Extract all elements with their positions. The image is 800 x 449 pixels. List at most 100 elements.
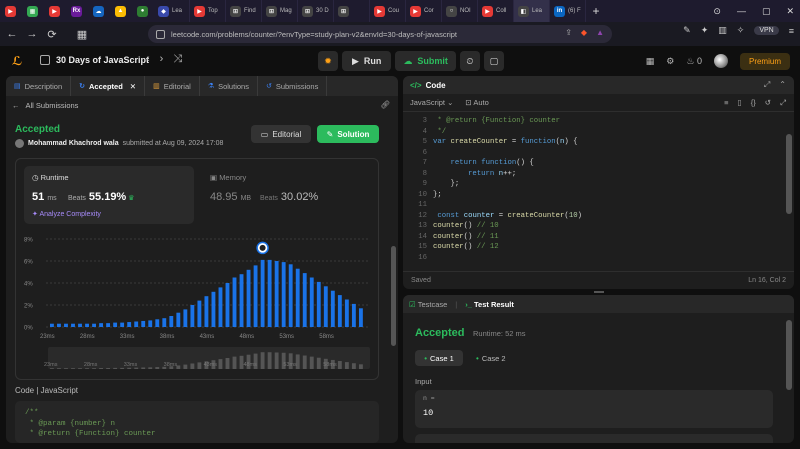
chart-bar[interactable] bbox=[162, 318, 167, 327]
notes-button[interactable]: ▢ bbox=[483, 51, 504, 71]
chart-bar[interactable] bbox=[155, 319, 160, 327]
debug-button[interactable]: ✹ bbox=[318, 51, 338, 71]
menu-icon[interactable]: ≡ bbox=[789, 26, 794, 36]
chart-bar[interactable] bbox=[92, 323, 96, 327]
chart-bar[interactable] bbox=[323, 286, 328, 327]
rewards-icon[interactable]: ▲ bbox=[596, 28, 604, 37]
chart-bar[interactable] bbox=[232, 277, 237, 328]
browser-tab[interactable]: ⊞ bbox=[334, 0, 370, 22]
tab-testcase[interactable]: ☑ Testcase bbox=[409, 300, 447, 309]
extensions-icon[interactable]: ✦ bbox=[701, 25, 709, 36]
braces-icon[interactable]: {} bbox=[751, 98, 756, 108]
timer-button[interactable]: ⏲ bbox=[459, 51, 480, 71]
maximize-icon[interactable]: ▢ bbox=[762, 6, 771, 17]
chart-bar[interactable] bbox=[71, 323, 75, 327]
study-plan-title[interactable]: 30 Days of JavaScript bbox=[56, 55, 149, 65]
chart-bar[interactable] bbox=[134, 321, 139, 328]
browser-tab[interactable]: ⊞ Find bbox=[226, 0, 262, 22]
chart-bar[interactable] bbox=[50, 323, 54, 327]
case-2-tab[interactable]: • Case 2 bbox=[471, 350, 511, 366]
bookmark-icon[interactable]: ▯ bbox=[738, 98, 742, 108]
chart-bar[interactable] bbox=[267, 259, 272, 327]
code-editor[interactable]: 3 * @return {Function} counter 4 */ 5 var c… bbox=[403, 112, 794, 262]
chart-bar[interactable] bbox=[344, 299, 349, 328]
chart-bar[interactable] bbox=[218, 287, 223, 327]
forward-icon[interactable]: → bbox=[24, 28, 40, 40]
reset-icon[interactable]: ↺ bbox=[765, 98, 771, 108]
auto-toggle[interactable]: ⊡ Auto bbox=[465, 98, 488, 107]
chart-bar[interactable] bbox=[99, 323, 104, 327]
profile-icon[interactable]: ⊙ bbox=[713, 6, 721, 17]
share-icon[interactable]: ⇪ bbox=[565, 28, 572, 37]
sidebar-icon[interactable]: ▥ bbox=[718, 25, 727, 36]
ai-icon[interactable]: ✧ bbox=[737, 25, 745, 36]
close-window-icon[interactable]: ✕ bbox=[786, 6, 794, 17]
submit-button[interactable]: ☁ Submit bbox=[395, 51, 456, 71]
chart-bar[interactable] bbox=[64, 323, 68, 327]
chart-bar[interactable] bbox=[253, 265, 258, 327]
runtime-card[interactable]: ◷ Runtime 51 ms Beats 55.19% ♛ ✦ Analyze … bbox=[24, 166, 194, 224]
vpn-button[interactable]: VPN bbox=[754, 26, 779, 35]
all-submissions-link[interactable]: ← All Submissions 🔗︎ bbox=[6, 96, 398, 114]
chart-bar[interactable] bbox=[239, 274, 244, 327]
streak[interactable]: ♨ 0 bbox=[686, 56, 702, 67]
chart-bar[interactable] bbox=[358, 308, 363, 327]
chart-bar[interactable] bbox=[85, 323, 89, 327]
browser-tab[interactable]: ⊞ 30 D bbox=[298, 0, 334, 22]
browser-tab[interactable]: ◧ Lea bbox=[514, 0, 550, 22]
close-tab-icon[interactable]: ✕ bbox=[130, 82, 136, 91]
language-select[interactable]: JavaScript ⌄ bbox=[410, 98, 453, 107]
leetcode-logo[interactable]: ℒ bbox=[12, 54, 24, 68]
chart-bar[interactable] bbox=[288, 264, 293, 327]
runtime-distribution-chart[interactable]: 0% 2% 4% 6% 8% 23ms 28ms 33ms 38ms 43ms 48ms 53ms 58… bbox=[16, 229, 380, 379]
chart-bar[interactable] bbox=[57, 323, 61, 327]
chart-bar[interactable] bbox=[141, 320, 146, 327]
memory-card[interactable]: ▣ Memory 48.95 MB Beats 30.02% bbox=[202, 166, 372, 224]
chart-bar[interactable] bbox=[225, 283, 230, 327]
prev-problem-icon[interactable]: ‹ bbox=[146, 53, 150, 66]
browser-tab[interactable]: ☁ bbox=[88, 0, 110, 22]
browser-tab[interactable]: in (6) F bbox=[550, 0, 586, 22]
tab-accepted[interactable]: ↻ Accepted ✕ bbox=[71, 76, 146, 96]
brave-shield-icon[interactable]: ◆ bbox=[581, 28, 587, 37]
chart-bar[interactable] bbox=[176, 312, 181, 327]
home-grid-icon[interactable]: ▦ bbox=[74, 28, 90, 41]
back-icon[interactable]: ← bbox=[4, 28, 20, 40]
chart-bar[interactable] bbox=[120, 322, 125, 327]
chart-bar[interactable] bbox=[183, 309, 188, 327]
chart-bar[interactable] bbox=[127, 322, 132, 327]
reload-icon[interactable]: ⟳ bbox=[44, 28, 60, 41]
left-scrollbar[interactable] bbox=[391, 246, 396, 346]
new-tab-button[interactable]: + bbox=[586, 4, 606, 18]
browser-tab[interactable]: ▶ Top bbox=[190, 0, 226, 22]
shuffle-icon[interactable]: ⤨ bbox=[173, 53, 182, 66]
tab-description[interactable]: ▤ Description bbox=[6, 76, 72, 96]
result-scrollbar[interactable] bbox=[786, 320, 792, 390]
chart-bar[interactable] bbox=[190, 305, 195, 327]
fullscreen-icon[interactable]: ⤢ bbox=[780, 98, 786, 108]
chart-bar[interactable] bbox=[302, 273, 307, 327]
chart-bar[interactable] bbox=[204, 296, 209, 327]
avatar[interactable] bbox=[713, 54, 728, 68]
problem-list-icon[interactable] bbox=[40, 55, 50, 65]
browser-tab[interactable]: ▶ Cou bbox=[370, 0, 406, 22]
chart-bar[interactable] bbox=[106, 323, 111, 327]
pen-icon[interactable]: ✎ bbox=[683, 25, 691, 36]
chart-bar[interactable] bbox=[78, 323, 82, 327]
browser-tab[interactable]: ▶ bbox=[44, 0, 66, 22]
browser-tab[interactable]: ▦ bbox=[22, 0, 44, 22]
chart-bar[interactable] bbox=[309, 277, 314, 328]
chart-bar[interactable] bbox=[330, 290, 335, 327]
case-1-tab[interactable]: • Case 1 bbox=[415, 350, 463, 366]
maximize-icon[interactable]: ⤢ bbox=[764, 80, 770, 90]
premium-button[interactable]: Premium bbox=[739, 52, 790, 70]
chart-bar[interactable] bbox=[274, 261, 279, 327]
browser-tab[interactable]: ○ NOI bbox=[442, 0, 478, 22]
chart-bar[interactable] bbox=[351, 303, 356, 327]
browser-tab[interactable]: ▶ Cor bbox=[406, 0, 442, 22]
browser-tab[interactable]: ◆ Lea bbox=[154, 0, 190, 22]
next-problem-icon[interactable]: › bbox=[160, 53, 164, 66]
chart-bar[interactable] bbox=[246, 269, 251, 327]
format-icon[interactable]: ≡ bbox=[724, 98, 728, 108]
chart-bar[interactable] bbox=[148, 320, 153, 327]
